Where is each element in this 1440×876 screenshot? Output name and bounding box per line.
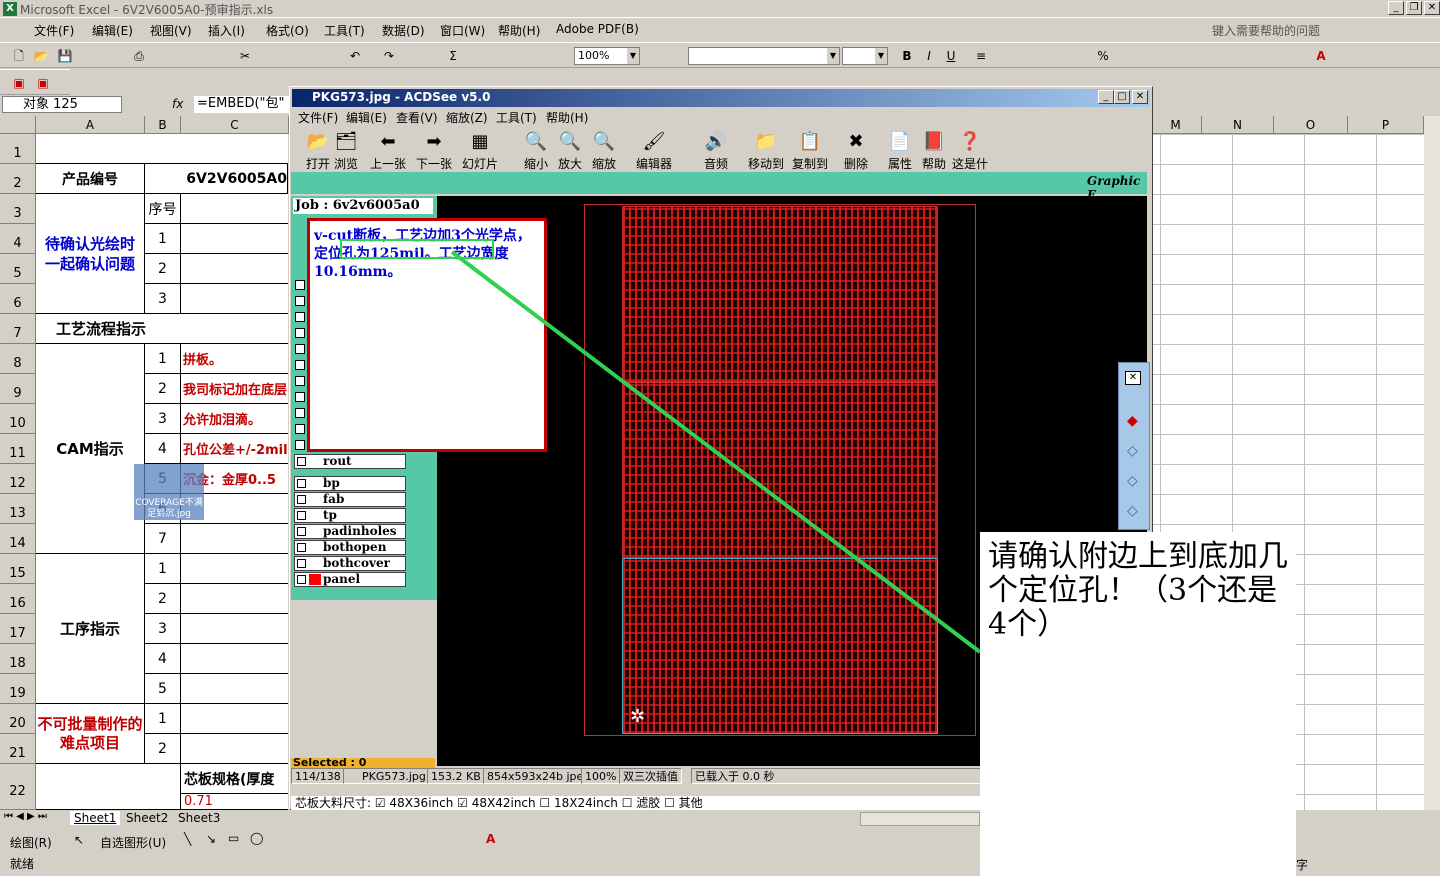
line-icon[interactable]: ╲ <box>184 832 191 846</box>
drawing-toolbar: 绘图(R) ↖ 自选图形(U) ╲ ↘ ▭ ◯ A <box>0 829 980 853</box>
sheet-tabs-bar: ⏮ ◀ ▶ ⏭ Sheet1 Sheet2 Sheet3 <box>0 810 980 828</box>
font-color-icon[interactable]: A <box>486 832 495 846</box>
status-ready: 就绪 <box>10 857 35 871</box>
rectangle-icon[interactable]: ▭ <box>228 831 239 845</box>
excel-status-bar: 就绪 <box>0 853 980 876</box>
autoshape-menu[interactable]: 自选图形(U) <box>100 834 166 851</box>
callout-text: 请确认附边上到底加几个定位孔！（3个还是4个） <box>988 539 1288 642</box>
tab-sheet2[interactable]: Sheet2 <box>124 811 170 825</box>
status-right: 字 <box>1296 854 1440 876</box>
oval-icon[interactable]: ◯ <box>250 831 263 845</box>
horizontal-scrollbar[interactable] <box>860 812 980 826</box>
tab-nav-icon[interactable]: ⏮ ◀ ▶ ⏭ <box>4 811 47 822</box>
status-right-text: 字 <box>1296 858 1309 872</box>
tab-sheet1[interactable]: Sheet1 <box>70 811 121 825</box>
pointer-icon[interactable]: ↖ <box>74 833 84 847</box>
draw-menu[interactable]: 绘图(R) <box>10 834 52 851</box>
callout-box: 请确认附边上到底加几个定位孔！（3个还是4个） <box>980 532 1296 876</box>
arrow-icon[interactable]: ↘ <box>206 832 216 846</box>
tab-sheet3[interactable]: Sheet3 <box>176 811 222 825</box>
